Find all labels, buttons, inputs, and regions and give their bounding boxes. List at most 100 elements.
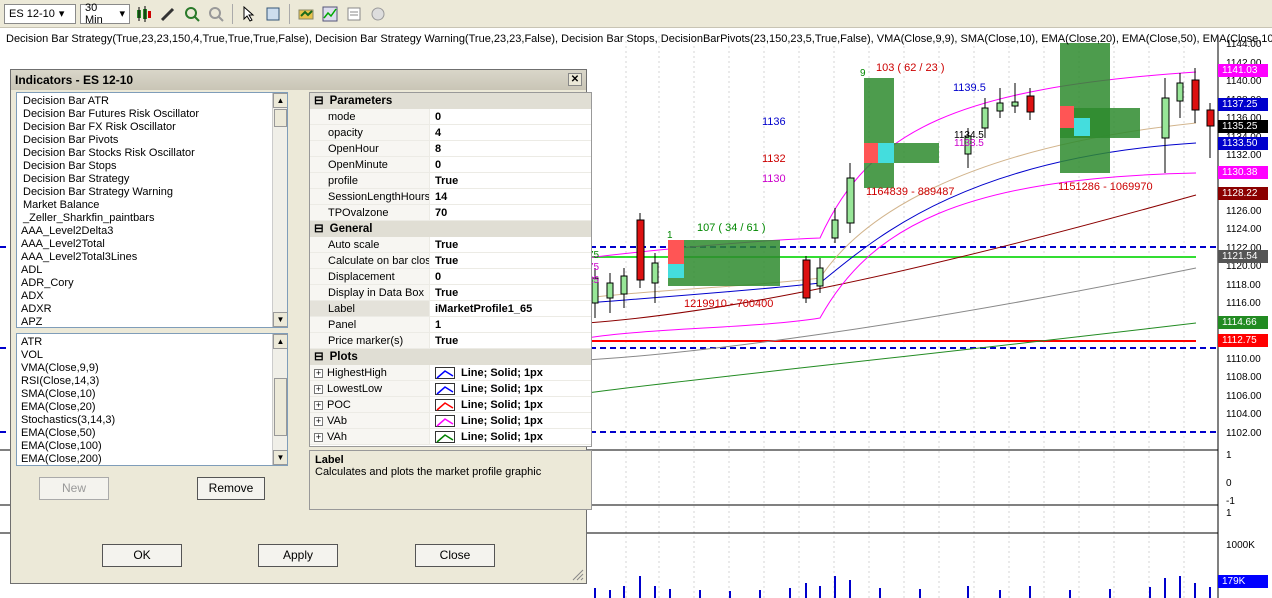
- property-row[interactable]: Label iMarketProfile1_65: [310, 301, 591, 317]
- available-indicator-item[interactable]: Decision Bar ATR: [17, 95, 287, 108]
- expand-icon[interactable]: +: [314, 369, 323, 378]
- property-value[interactable]: 0: [430, 157, 591, 172]
- property-value[interactable]: Line; Solid; 1px: [430, 397, 591, 412]
- properties-button[interactable]: [344, 4, 364, 24]
- dialog-title-bar[interactable]: Indicators - ES 12-10 ✕: [11, 70, 586, 90]
- bar-type-button[interactable]: [134, 4, 154, 24]
- property-value[interactable]: iMarketProfile1_65: [430, 301, 591, 316]
- instrument-selector[interactable]: ES 12-10 ▾: [4, 3, 76, 24]
- property-value[interactable]: Line; Solid; 1px: [430, 429, 591, 444]
- available-indicator-item[interactable]: Decision Bar Futures Risk Oscillator: [17, 108, 287, 121]
- available-indicator-item[interactable]: ADX: [17, 290, 287, 303]
- property-row[interactable]: Calculate on bar close True: [310, 253, 591, 269]
- apply-button[interactable]: Apply: [258, 544, 338, 567]
- section-parameters[interactable]: ⊟ Parameters: [310, 93, 591, 109]
- scroll-up-icon[interactable]: ▲: [273, 93, 287, 108]
- property-row[interactable]: SessionLengthHours 14: [310, 189, 591, 205]
- property-value[interactable]: Line; Solid; 1px: [430, 381, 591, 396]
- property-row[interactable]: Display in Data Box True: [310, 285, 591, 301]
- available-indicator-item[interactable]: Decision Bar Stocks Risk Oscillator: [17, 147, 287, 160]
- resize-grip-icon[interactable]: [570, 567, 584, 581]
- applied-indicator-item[interactable]: VMA(Close,9,9): [17, 362, 287, 375]
- available-indicators-list[interactable]: Decision Bar ATR Decision Bar Futures Ris…: [16, 92, 288, 328]
- available-indicator-item[interactable]: ADXR: [17, 303, 287, 316]
- zoom-out-button[interactable]: [206, 4, 226, 24]
- property-value[interactable]: True: [430, 237, 591, 252]
- property-row[interactable]: OpenMinute 0: [310, 157, 591, 173]
- applied-indicator-item[interactable]: SMA(Close,10): [17, 388, 287, 401]
- property-value[interactable]: 4: [430, 125, 591, 140]
- indicators-button[interactable]: [320, 4, 340, 24]
- expand-icon[interactable]: +: [314, 401, 323, 410]
- property-value[interactable]: True: [430, 285, 591, 300]
- zoom-in-button[interactable]: [182, 4, 202, 24]
- property-row[interactable]: + VAh Line; Solid; 1px: [310, 429, 591, 445]
- applied-indicator-item[interactable]: EMA(Close,200): [17, 453, 287, 465]
- expand-icon[interactable]: +: [314, 385, 323, 394]
- available-indicator-item[interactable]: APZ: [17, 316, 287, 327]
- ok-button[interactable]: OK: [102, 544, 182, 567]
- remove-button[interactable]: Remove: [197, 477, 265, 500]
- available-indicator-item[interactable]: Decision Bar Stops: [17, 160, 287, 173]
- scroll-thumb[interactable]: [274, 109, 287, 127]
- scroll-down-icon[interactable]: ▼: [273, 312, 287, 327]
- property-row[interactable]: Displacement 0: [310, 269, 591, 285]
- strategy-button[interactable]: [296, 4, 316, 24]
- property-row[interactable]: + HighestHigh Line; Solid; 1px: [310, 365, 591, 381]
- expand-icon[interactable]: +: [314, 417, 323, 426]
- applied-indicator-item[interactable]: EMA(Close,20): [17, 401, 287, 414]
- property-row[interactable]: Auto scale True: [310, 237, 591, 253]
- property-row[interactable]: + LowestLow Line; Solid; 1px: [310, 381, 591, 397]
- property-value[interactable]: Line; Solid; 1px: [430, 365, 591, 380]
- expand-icon[interactable]: +: [314, 433, 323, 442]
- pointer-button[interactable]: [239, 4, 259, 24]
- property-row[interactable]: + POC Line; Solid; 1px: [310, 397, 591, 413]
- applied-indicator-item[interactable]: ATR: [17, 336, 287, 349]
- close-icon[interactable]: ✕: [568, 73, 582, 86]
- property-value[interactable]: True: [430, 173, 591, 188]
- available-list-scrollbar[interactable]: ▲ ▼: [272, 93, 287, 327]
- applied-indicators-list[interactable]: ATR VOL VMA(Close,9,9) RSI(Close,14,3) SMA(C…: [16, 333, 288, 466]
- close-button[interactable]: Close: [415, 544, 495, 567]
- new-button[interactable]: New: [39, 477, 109, 500]
- property-value[interactable]: True: [430, 333, 591, 348]
- property-row[interactable]: OpenHour 8: [310, 141, 591, 157]
- property-row[interactable]: + VAb Line; Solid; 1px: [310, 413, 591, 429]
- draw-tool-button[interactable]: [158, 4, 178, 24]
- property-value[interactable]: 0: [430, 109, 591, 124]
- property-value[interactable]: True: [430, 253, 591, 268]
- available-indicator-item[interactable]: Decision Bar FX Risk Oscillator: [17, 121, 287, 134]
- available-indicator-item[interactable]: Decision Bar Strategy: [17, 173, 287, 186]
- available-indicator-item[interactable]: ADL: [17, 264, 287, 277]
- property-value[interactable]: Line; Solid; 1px: [430, 413, 591, 428]
- available-indicator-item[interactable]: _Zeller_Sharkfin_paintbars: [17, 212, 287, 225]
- available-indicator-item[interactable]: AAA_Level2Total3Lines: [17, 251, 287, 264]
- property-value[interactable]: 0: [430, 269, 591, 284]
- available-indicator-item[interactable]: Decision Bar Strategy Warning: [17, 186, 287, 199]
- scroll-down-icon[interactable]: ▼: [273, 450, 287, 465]
- available-indicator-item[interactable]: ADR_Cory: [17, 277, 287, 290]
- scroll-up-icon[interactable]: ▲: [273, 334, 287, 349]
- property-value[interactable]: 8: [430, 141, 591, 156]
- available-indicator-item[interactable]: AAA_Level2Delta3: [17, 225, 287, 238]
- property-row[interactable]: Panel 1: [310, 317, 591, 333]
- interval-selector[interactable]: 30 Min ▾: [80, 2, 130, 26]
- property-value[interactable]: 14: [430, 189, 591, 204]
- available-indicator-item[interactable]: Market Balance: [17, 199, 287, 212]
- property-row[interactable]: opacity 4: [310, 125, 591, 141]
- applied-indicator-item[interactable]: Stochastics(3,14,3): [17, 414, 287, 427]
- applied-indicator-item[interactable]: EMA(Close,50): [17, 427, 287, 440]
- record-button[interactable]: [368, 4, 388, 24]
- available-indicator-item[interactable]: AAA_Level2Total: [17, 238, 287, 251]
- property-row[interactable]: TPOvalzone 70: [310, 205, 591, 221]
- applied-indicator-item[interactable]: EMA(Close,100): [17, 440, 287, 453]
- property-value[interactable]: 70: [430, 205, 591, 220]
- property-row[interactable]: Price marker(s) True: [310, 333, 591, 349]
- available-indicator-item[interactable]: Decision Bar Pivots: [17, 134, 287, 147]
- property-value[interactable]: 1: [430, 317, 591, 332]
- applied-list-scrollbar[interactable]: ▲ ▼: [272, 334, 287, 465]
- section-general[interactable]: ⊟ General: [310, 221, 591, 237]
- property-row[interactable]: profile True: [310, 173, 591, 189]
- applied-indicator-item[interactable]: VOL: [17, 349, 287, 362]
- data-box-button[interactable]: [263, 4, 283, 24]
